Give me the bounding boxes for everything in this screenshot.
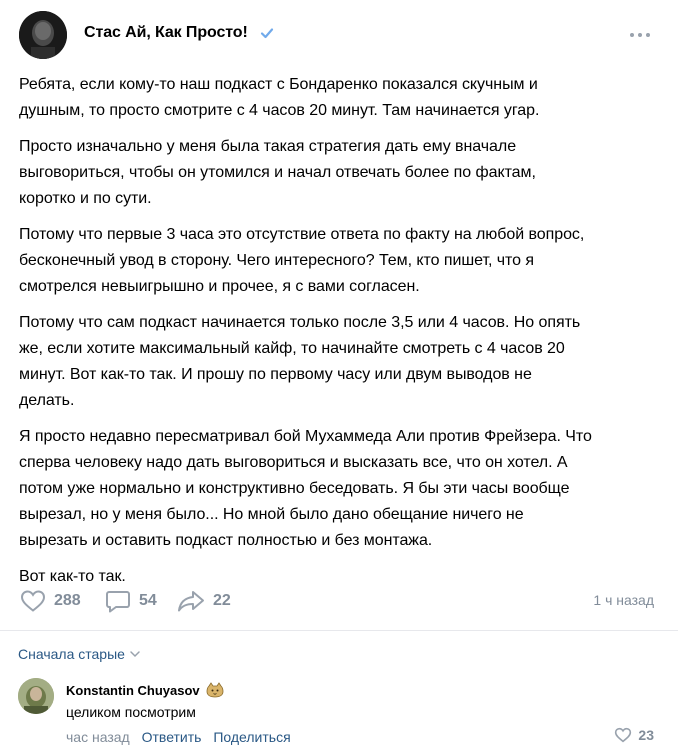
like-count: 288 xyxy=(54,592,81,609)
chevron-down-icon xyxy=(130,651,140,658)
divider xyxy=(0,630,678,631)
share-icon xyxy=(178,591,204,612)
comment-meta: час назад Ответить Поделиться xyxy=(66,729,291,745)
post-paragraph: Потому что сам подкаст начинается только… xyxy=(19,314,581,409)
post-action-bar: 288 54 22 1 ч назад xyxy=(0,585,678,617)
comments-sort-toggle[interactable]: Сначала старые xyxy=(18,646,141,662)
author-avatar[interactable] xyxy=(19,11,67,59)
comment-button[interactable]: 54 xyxy=(105,587,157,615)
post-paragraph: Ребята, если кому-то наш подкаст с Бонда… xyxy=(19,76,540,119)
comment-like-button[interactable]: 23 xyxy=(614,727,654,743)
comment-like-count: 23 xyxy=(638,727,654,743)
post-time[interactable]: 1 ч назад xyxy=(593,592,654,608)
heart-icon xyxy=(20,590,46,612)
comment-text: целиком посмотрим xyxy=(66,704,196,720)
comment-author[interactable]: Konstantin Chuyasov xyxy=(66,682,224,698)
comment-icon xyxy=(106,591,130,613)
post-header: Стас Ай, Как Просто! xyxy=(0,0,678,70)
post-paragraph: Просто изначально у меня была такая стра… xyxy=(19,138,536,207)
post-text: Ребята, если кому-то наш подкаст с Бонда… xyxy=(19,72,664,600)
share-link[interactable]: Поделиться xyxy=(213,729,290,745)
comment-avatar[interactable] xyxy=(18,678,54,714)
more-options-icon[interactable] xyxy=(628,27,652,43)
comment-time[interactable]: час назад xyxy=(66,729,130,745)
share-button[interactable]: 22 xyxy=(177,587,231,615)
comment-count: 54 xyxy=(139,592,157,609)
reply-link[interactable]: Ответить xyxy=(142,729,202,745)
verified-icon xyxy=(260,28,274,39)
share-count: 22 xyxy=(213,592,231,609)
post-paragraph: Потому что первые 3 часа это отсутствие … xyxy=(19,226,585,295)
like-button[interactable]: 288 xyxy=(20,587,81,615)
author-name[interactable]: Стас Ай, Как Просто! xyxy=(84,24,248,42)
post-paragraph: Я просто недавно пересматривал бой Мухам… xyxy=(19,428,592,549)
cat-emoji-icon xyxy=(206,682,224,698)
sort-label: Сначала старые xyxy=(18,646,125,662)
heart-icon xyxy=(615,727,632,743)
